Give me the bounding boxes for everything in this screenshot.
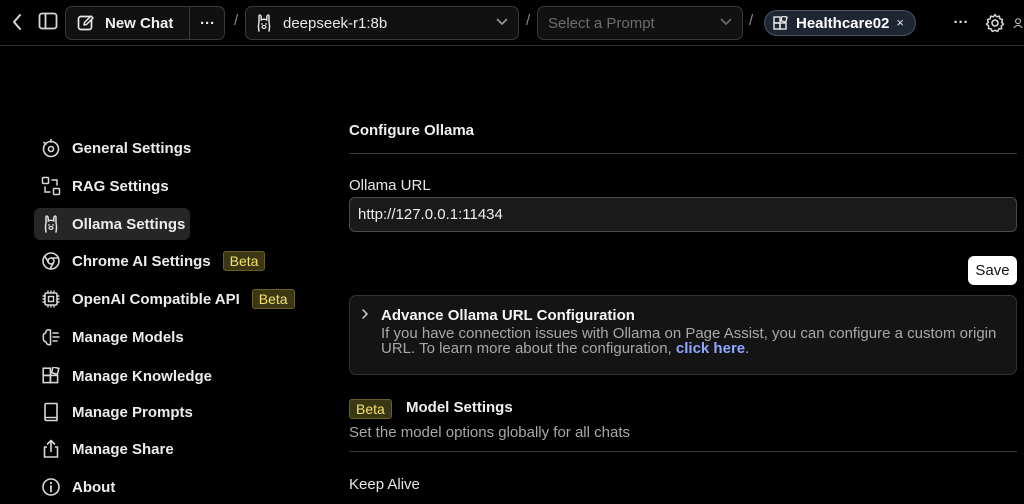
rag-icon	[40, 175, 62, 197]
beta-badge: Beta	[349, 399, 392, 419]
breadcrumb-separator: /	[749, 12, 754, 29]
sidebar-item-label: Manage Share	[72, 440, 174, 458]
share-icon	[40, 438, 62, 460]
advanced-url-config-title[interactable]: Advance Ollama URL Configuration	[381, 307, 635, 324]
edit-icon	[77, 14, 95, 32]
sidebar-item-openai-compatible-api[interactable]: OpenAI Compatible API Beta	[34, 283, 295, 315]
keep-alive-label: Keep Alive	[349, 476, 420, 493]
sidebar-item-label: Manage Prompts	[72, 403, 193, 421]
beta-badge: Beta	[222, 251, 266, 271]
sidebar-item-label: Chrome AI Settings	[72, 252, 211, 270]
sidebar-item-label: Manage Models	[72, 328, 184, 346]
prompt-select[interactable]: Select a Prompt	[537, 6, 743, 40]
chevron-down-icon	[720, 18, 732, 26]
prompt-select-placeholder: Select a Prompt	[548, 14, 655, 32]
breadcrumb-separator: /	[526, 12, 531, 29]
save-button[interactable]: Save	[968, 256, 1017, 285]
ollama-url-label: Ollama URL	[349, 177, 431, 194]
chevron-right-icon[interactable]	[361, 308, 369, 323]
more-options-button[interactable]: ···	[948, 12, 974, 32]
sidebar-item-manage-prompts[interactable]: Manage Prompts	[34, 396, 193, 428]
llama-icon	[256, 13, 272, 33]
knowledge-tag-label: Healthcare02	[796, 14, 890, 32]
sidebar-item-manage-models[interactable]: Manage Models	[34, 321, 184, 353]
sidebar-item-label: Ollama Settings	[72, 215, 186, 233]
section-heading-model-settings: Model Settings	[406, 399, 513, 416]
advanced-description-trailing: .	[745, 340, 750, 357]
sidebar-item-chrome-ai-settings[interactable]: Chrome AI Settings Beta	[34, 245, 266, 277]
sidebar-item-general-settings[interactable]: General Settings	[34, 132, 191, 164]
divider	[349, 451, 1017, 452]
sidebar-item-label: General Settings	[72, 139, 192, 157]
close-icon[interactable]: ×	[896, 15, 904, 30]
advanced-url-config-panel[interactable]: Advance Ollama URL Configuration If you …	[349, 295, 1017, 375]
new-chat-button[interactable]: New Chat	[66, 7, 190, 39]
top-bar: New Chat ··· / deepseek-r1:8b / Select a…	[0, 0, 1024, 46]
blocks-icon	[773, 15, 788, 31]
info-icon	[40, 476, 62, 498]
new-chat-more-button[interactable]: ···	[190, 7, 225, 39]
gear-icon[interactable]	[983, 11, 1007, 35]
chevron-down-icon	[496, 18, 508, 26]
user-icon[interactable]	[1012, 11, 1024, 35]
divider	[349, 153, 1017, 154]
click-here-link[interactable]: click here	[676, 340, 745, 357]
chip-icon	[40, 288, 62, 310]
ollama-icon	[40, 213, 62, 235]
general-settings-icon	[40, 137, 62, 159]
advanced-url-config-description: If you have connection issues with Ollam…	[381, 326, 1006, 356]
model-select-value: deepseek-r1:8b	[283, 14, 388, 32]
sidebar-item-ollama-settings[interactable]: Ollama Settings	[34, 208, 190, 240]
model-select[interactable]: deepseek-r1:8b	[245, 6, 519, 40]
back-chevron-icon[interactable]	[6, 11, 28, 33]
beta-badge: Beta	[251, 289, 295, 309]
sidebar-item-manage-knowledge[interactable]: Manage Knowledge	[34, 360, 212, 392]
sidebar-item-about[interactable]: About	[34, 471, 115, 503]
book-icon	[40, 401, 62, 423]
breadcrumb-separator: /	[234, 12, 239, 29]
sidebar-item-label: OpenAI Compatible API	[72, 290, 240, 308]
brain-icon	[40, 326, 62, 348]
sidebar-item-manage-share[interactable]: Manage Share	[34, 433, 174, 465]
new-chat-group: New Chat ···	[65, 6, 225, 40]
section-heading-configure-ollama: Configure Ollama	[349, 122, 475, 139]
chrome-icon	[40, 250, 62, 272]
sidebar-item-label: Manage Knowledge	[72, 367, 213, 385]
knowledge-tag[interactable]: Healthcare02 ×	[764, 10, 916, 36]
ollama-url-input[interactable]	[349, 197, 1017, 232]
sidebar-item-label: About	[72, 478, 116, 496]
sidebar-item-rag-settings[interactable]: RAG Settings	[34, 170, 169, 202]
blocks-icon	[40, 365, 62, 387]
model-settings-subtitle: Set the model options globally for all c…	[349, 424, 630, 441]
new-chat-label: New Chat	[105, 14, 174, 32]
sidebar-item-label: RAG Settings	[72, 177, 169, 195]
sidebar-toggle-icon[interactable]	[36, 10, 60, 32]
